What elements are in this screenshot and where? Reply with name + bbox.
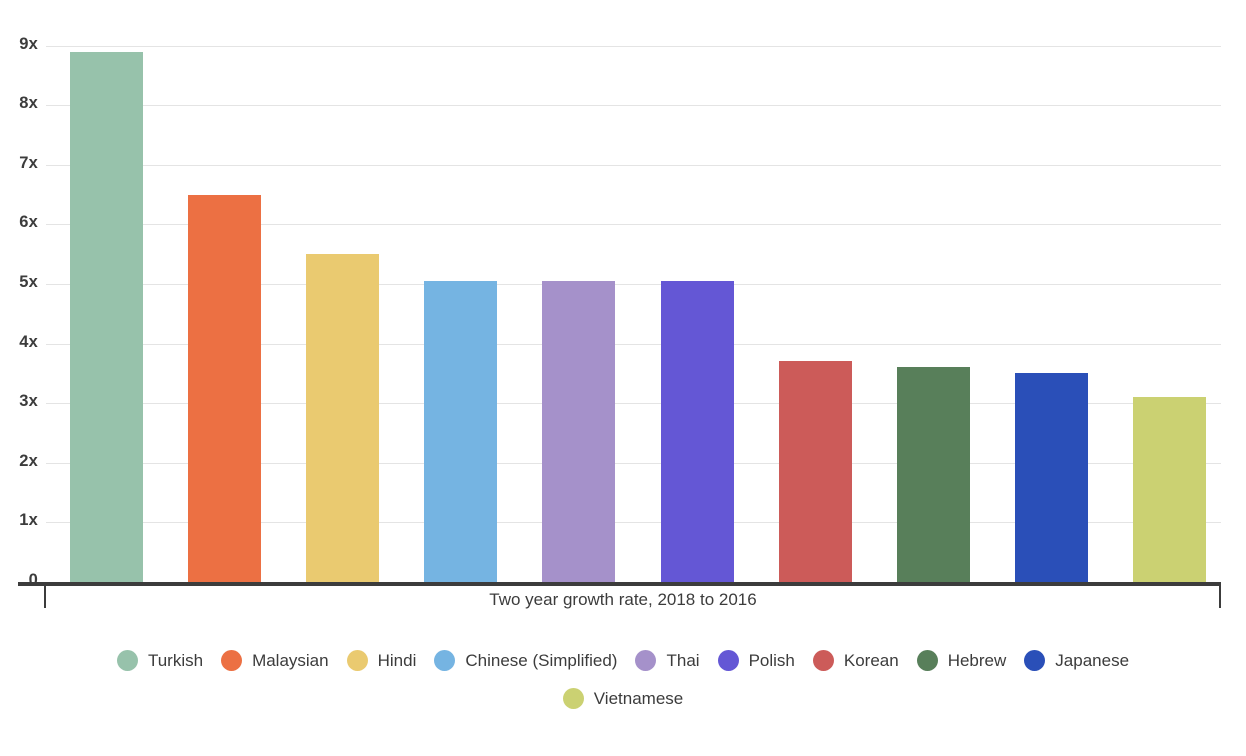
legend-swatch-circle-icon xyxy=(635,650,657,671)
bar[interactable] xyxy=(660,281,734,582)
legend-label: Turkish xyxy=(147,650,204,670)
legend-label: Japanese xyxy=(1055,650,1130,670)
chart-legend: Turkish Malaysian Hindi Chinese (Simplified… xyxy=(0,650,1246,709)
legend-swatch-circle-icon xyxy=(916,650,938,671)
legend-item[interactable]: Thai xyxy=(635,650,700,671)
legend-label: Chinese (Simplified) xyxy=(465,650,618,670)
legend-label: Thai xyxy=(666,650,700,670)
legend-swatch-circle-icon xyxy=(562,688,584,709)
bar[interactable] xyxy=(306,254,380,582)
legend-item[interactable]: Japanese xyxy=(1024,650,1129,671)
bar[interactable] xyxy=(424,281,498,582)
bars-layer xyxy=(0,0,1246,582)
legend-swatch-circle-icon xyxy=(434,650,456,671)
plot-area: 9x 8x 7x 6x 5x 4x 3x 2x 1x 0 xyxy=(0,0,1246,608)
legend-item[interactable]: Turkish xyxy=(116,650,204,671)
bar[interactable] xyxy=(1132,397,1206,582)
legend-row: Turkish Malaysian Hindi Chinese (Simplified… xyxy=(0,650,1246,671)
x-axis-title: Two year growth rate, 2018 to 2016 xyxy=(489,590,757,609)
legend-item[interactable]: Polish xyxy=(717,650,795,671)
legend-item[interactable]: Chinese (Simplified) xyxy=(434,650,617,671)
legend-swatch-circle-icon xyxy=(221,650,243,671)
legend-swatch-circle-icon xyxy=(717,650,739,671)
legend-swatch-circle-icon xyxy=(116,650,138,671)
legend-label: Vietnamese xyxy=(593,688,684,708)
legend-label: Polish xyxy=(748,650,795,670)
legend-label: Malaysian xyxy=(252,650,329,670)
bar[interactable] xyxy=(896,367,970,582)
bar-chart: 9x 8x 7x 6x 5x 4x 3x 2x 1x 0 Two year growth rate… xyxy=(0,0,1246,756)
legend-label: Hindi xyxy=(377,650,417,670)
legend-item[interactable]: Malaysian xyxy=(221,650,329,671)
bar[interactable] xyxy=(1014,373,1088,582)
legend-item[interactable]: Vietnamese xyxy=(562,688,684,709)
legend-item[interactable]: Korean xyxy=(812,650,899,671)
legend-item[interactable]: Hebrew xyxy=(916,650,1007,671)
legend-label: Korean xyxy=(843,650,899,670)
legend-swatch-circle-icon xyxy=(346,650,368,671)
bar[interactable] xyxy=(70,51,143,582)
legend-swatch-circle-icon xyxy=(812,650,834,671)
bar[interactable] xyxy=(778,361,852,582)
bar[interactable] xyxy=(542,281,616,582)
bar[interactable] xyxy=(188,194,262,582)
legend-row: Vietnamese xyxy=(0,688,1246,709)
legend-label: Hebrew xyxy=(947,650,1007,670)
legend-swatch-circle-icon xyxy=(1024,650,1046,671)
legend-item[interactable]: Hindi xyxy=(346,650,417,671)
x-axis-line xyxy=(18,582,1221,586)
